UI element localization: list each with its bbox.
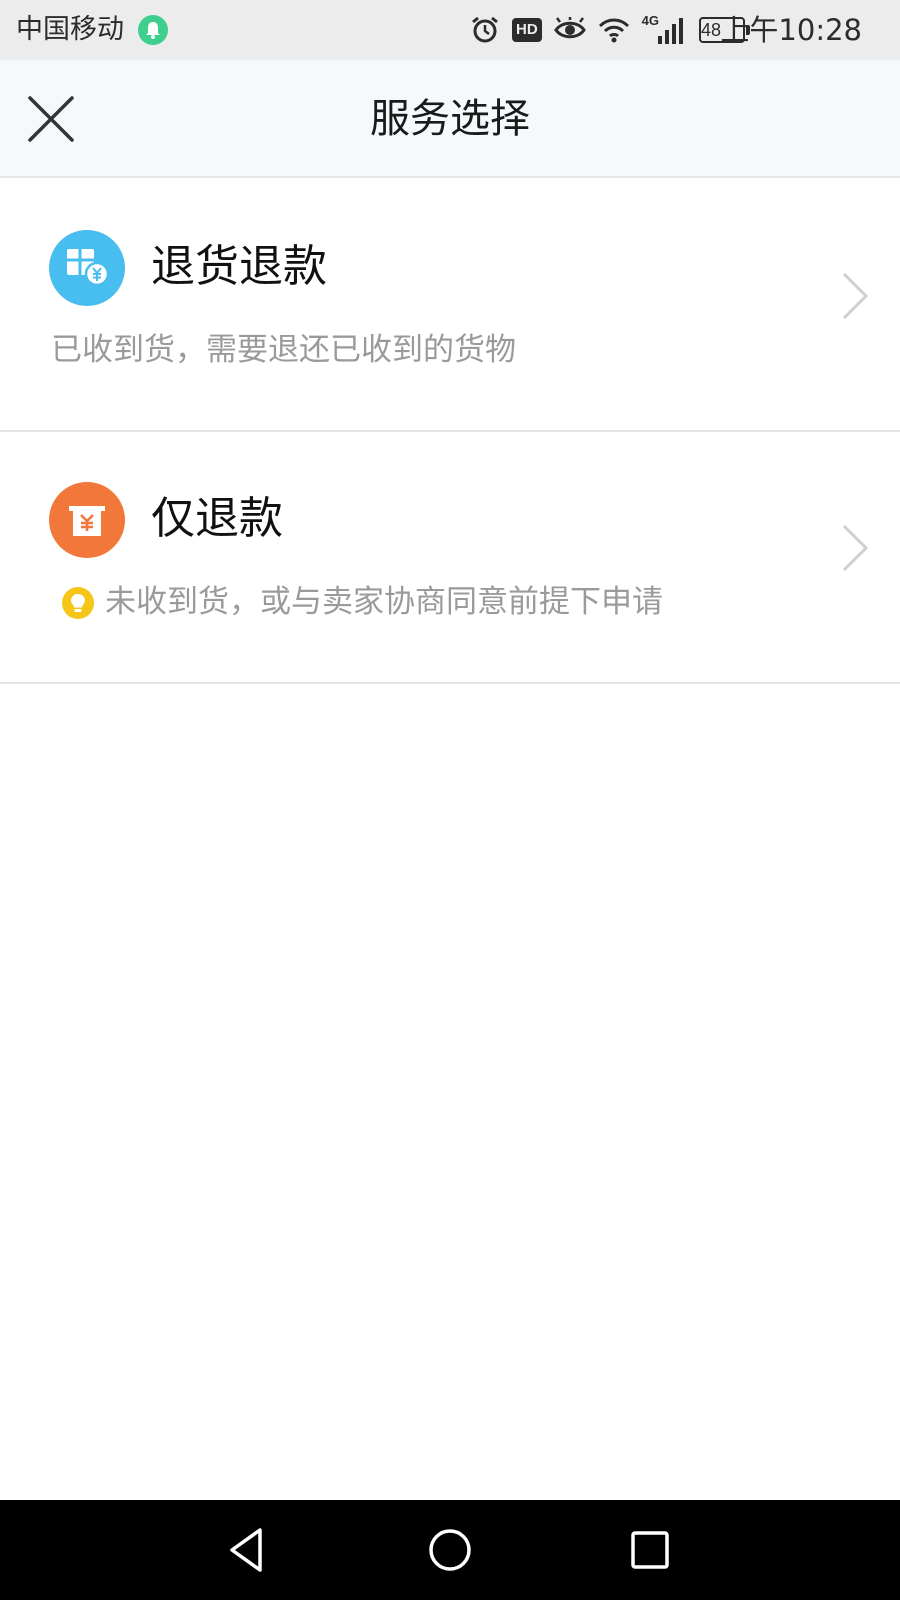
signal-icon: 4G — [641, 12, 687, 44]
back-button[interactable] — [222, 1522, 278, 1578]
status-icons: HD 4G 48 — [470, 12, 757, 48]
clock: 上午10:28 — [720, 13, 862, 47]
cash-register-yuan-icon — [49, 482, 125, 558]
network-type: 4G — [641, 12, 660, 28]
option-description: 未收到货，或与卖家协商同意前提下申请 — [105, 584, 663, 620]
status-bar: 中国移动 HD 4G 48 上午10:28 — [0, 0, 900, 60]
navigation-bar — [0, 1500, 900, 1600]
option-description: 已收到货，需要退还已收到的货物 — [51, 332, 516, 368]
home-button[interactable] — [422, 1522, 478, 1578]
alarm-icon — [470, 15, 500, 45]
back-triangle-icon — [230, 1528, 262, 1572]
option-refund-only[interactable]: 仅退款 未收到货，或与卖家协商同意前提下申请 — [0, 432, 900, 684]
option-return-and-refund[interactable]: 退货退款 已收到货，需要退还已收到的货物 — [0, 180, 900, 432]
home-circle-icon — [429, 1529, 471, 1571]
wifi-icon — [598, 17, 630, 43]
header: 服务选择 — [0, 60, 900, 178]
hd-icon: HD — [512, 18, 542, 42]
recent-apps-square-icon — [631, 1531, 669, 1569]
recent-apps-button[interactable] — [622, 1522, 678, 1578]
package-yuan-icon — [49, 230, 125, 306]
option-title: 仅退款 — [151, 493, 283, 544]
option-title: 退货退款 — [151, 241, 327, 292]
page-title: 服务选择 — [370, 96, 530, 142]
chevron-right-icon — [840, 522, 870, 574]
notification-bell-icon — [138, 15, 168, 45]
eye-icon — [553, 17, 586, 43]
chevron-right-icon — [840, 270, 870, 322]
carrier-name: 中国移动 — [16, 14, 124, 45]
lightbulb-icon — [61, 586, 95, 620]
